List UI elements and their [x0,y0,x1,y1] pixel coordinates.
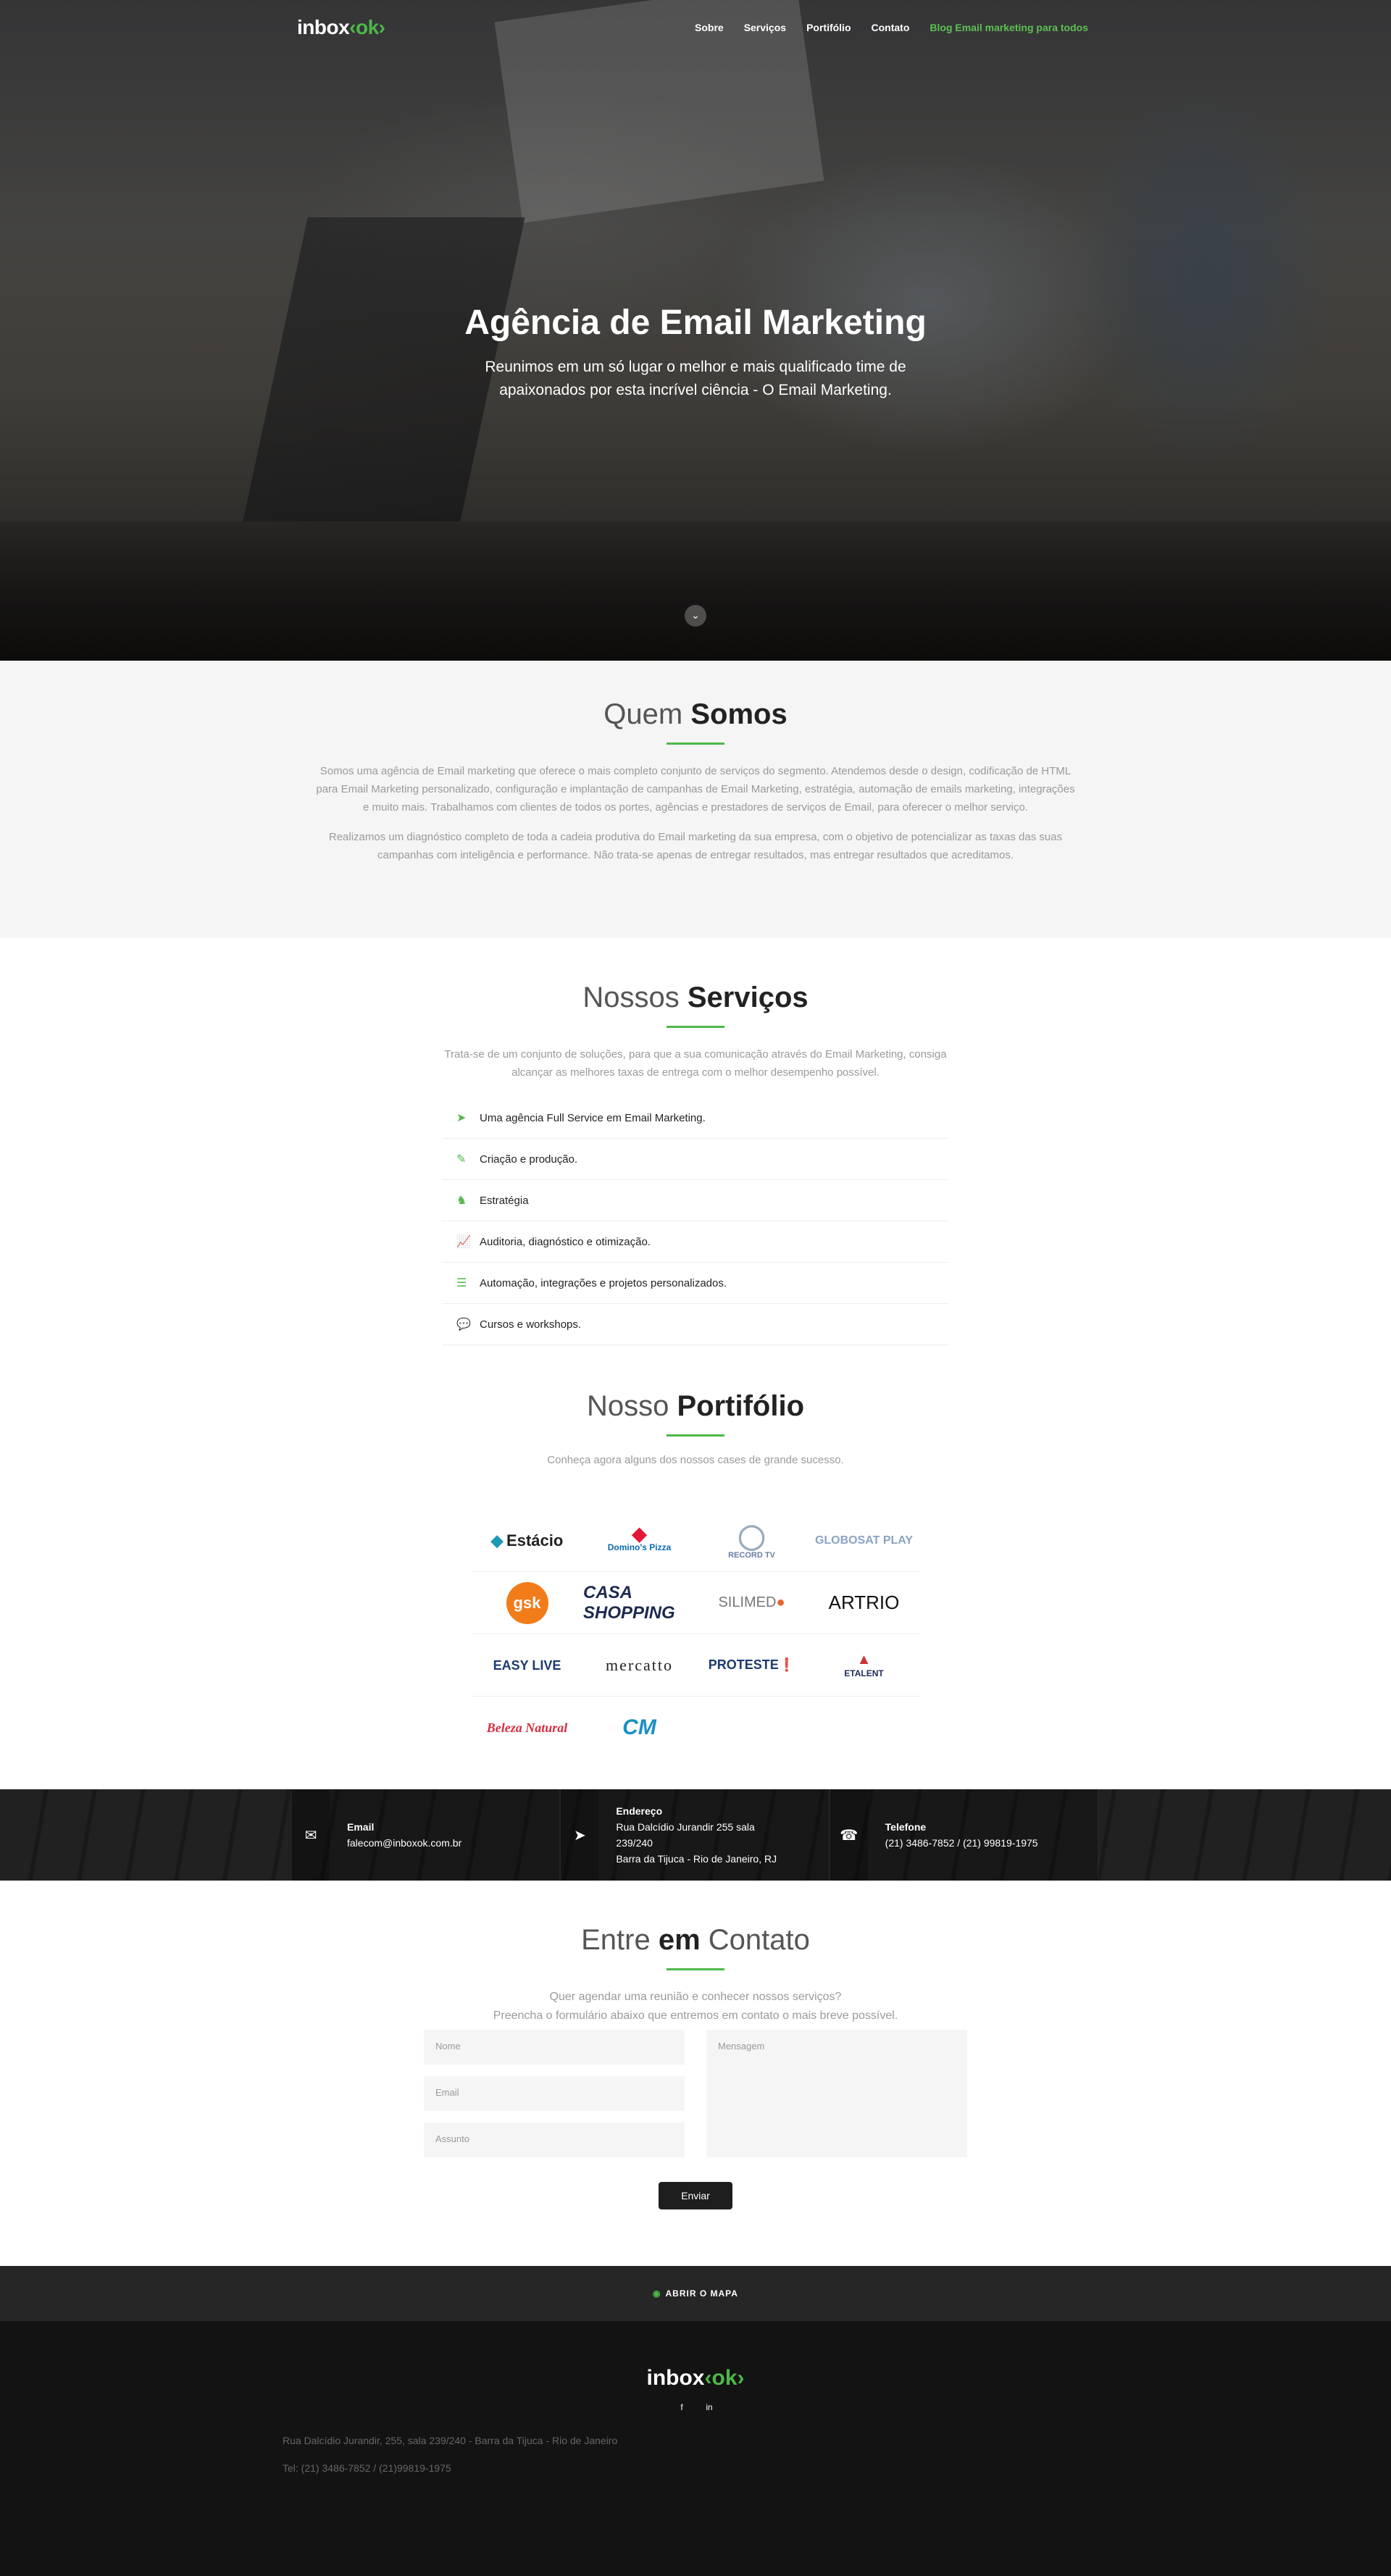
envelope-icon: ✉ [292,1789,330,1881]
nav-item-sobre[interactable]: Sobre [695,22,724,33]
client-logo-silimed[interactable]: SILIMED ● [696,1572,808,1634]
top-navigation: inbox‹ok› Sobre Serviços Portifólio Cont… [0,0,1391,58]
message-field[interactable]: Mensagem [706,2030,967,2157]
list-item: 💬 Cursos e workshops. [442,1304,949,1345]
portfolio-intro: Conheça agora alguns dos nossos cases de… [547,1454,844,1466]
phone-icon: ☎ [830,1789,868,1881]
linkedin-icon[interactable]: in [701,2399,717,2415]
contact-phone-block: ☎ Telefone (21) 3486-7852 / (21) 99819-19… [830,1789,1099,1881]
client-logos-grid: ◆ Estácio ◆ Domino's Pizza ◯ RECORD TV GLO… [471,1510,920,1759]
client-logo-globosat-play[interactable]: GLOBOSAT PLAY [808,1510,920,1572]
line-chart-icon: 📈 [456,1236,471,1248]
chess-piece-icon: ♞ [456,1195,467,1207]
title-divider [667,1968,724,1970]
client-logo-proteste[interactable]: PROTESTE ❗ [696,1634,808,1697]
list-item: ♞ Estratégia [442,1180,949,1221]
chevron-down-icon[interactable]: ⌄ [685,605,706,627]
nav-item-servicos[interactable]: Serviços [744,22,786,33]
hero-subtitle: Reunimos em um só lugar o melhor e mais … [485,359,906,398]
nav-item-blog[interactable]: Blog Email marketing para todos [930,22,1088,33]
contact-info-strip: ✉ Email falecom@inboxok.com.br ➤ Endereço… [0,1789,1391,1881]
footer-logo[interactable]: inbox‹ok› [0,2366,1391,2391]
facebook-icon[interactable]: f [674,2399,690,2415]
portfolio-title: Nosso Portifólio [586,1390,805,1422]
email-field[interactable]: Email [424,2076,685,2111]
name-field[interactable]: Nome [424,2030,685,2065]
client-logo-gsk[interactable]: gsk [471,1572,583,1634]
services-intro: Trata-se de um conjunto de soluções, par… [444,1048,947,1079]
about-paragraph-1: Somos uma agência de Email marketing que… [316,765,1075,814]
about-section: Quem Somos Somos uma agência de Email ma… [0,661,1391,938]
client-logo-casa-shopping[interactable]: CASA SHOPPING [583,1572,696,1634]
map-pin-icon: ◉ [653,2288,661,2299]
paper-plane-icon: ➤ [456,1112,467,1124]
nav-item-contato[interactable]: Contato [872,22,910,33]
list-icon: ☰ [456,1277,467,1289]
contact-email-block: ✉ Email falecom@inboxok.com.br [292,1789,561,1881]
contact-title: Entre em Contato [581,1924,810,1956]
client-logo-etalent[interactable]: ▲ ETALENT [808,1634,920,1697]
contact-form: Nome Email Assunto Mensagem [424,2030,967,2169]
list-item: ➤ Uma agência Full Service em Email Marke… [442,1097,949,1139]
hero-section: inbox‹ok› Sobre Serviços Portifólio Cont… [0,0,1391,661]
client-logo-artrio[interactable]: ARTRIO [808,1572,920,1634]
client-logo-dominos[interactable]: ◆ Domino's Pizza [583,1510,696,1572]
client-logo-easy-live[interactable]: EASY LIVE [471,1634,583,1697]
client-logo-mercatto[interactable]: mercatto [583,1634,696,1697]
phone-link[interactable]: (21) 3486-7852 / (21) 99819-1975 [885,1837,1038,1849]
client-logo-estacio[interactable]: ◆ Estácio [471,1510,583,1572]
pencil-icon: ✎ [456,1153,467,1166]
site-logo[interactable]: inbox‹ok› [297,16,385,39]
title-divider [667,1434,724,1437]
portfolio-section: Nosso Portifólio Conheça agora alguns do… [0,1360,1391,1789]
client-logo-record-tv[interactable]: ◯ RECORD TV [696,1510,808,1572]
list-item: 📈 Auditoria, diagnóstico e otimização. [442,1221,949,1263]
hero-title: Agência de Email Marketing [464,304,927,342]
subject-field[interactable]: Assunto [424,2123,685,2157]
social-links: f in [0,2399,1391,2415]
contact-address-block: ➤ Endereço Rua Dalcídio Jurandir 255 sala… [561,1789,830,1881]
client-logo-beleza-natural[interactable]: Beleza Natural [471,1697,583,1759]
nav-item-portifolio[interactable]: Portifólio [806,22,851,33]
hero-text: Agência de Email Marketing Reunimos em u… [0,303,1391,402]
services-title: Nossos Serviços [582,982,809,1013]
title-divider [667,743,724,745]
services-list: ➤ Uma agência Full Service em Email Marke… [442,1097,949,1345]
about-paragraph-2: Realizamos um diagnóstico completo de to… [328,831,1063,861]
footer: inbox‹ok› f in Rua Dalcídio Jurandir, 25… [0,2321,1391,2576]
open-map-button[interactable]: ◉ ABRIR O MAPA [0,2266,1391,2321]
list-item: ☰ Automação, integrações e projetos perso… [442,1263,949,1304]
client-logo-cm[interactable]: CM [583,1697,696,1759]
list-item: ✎ Criação e produção. [442,1139,949,1180]
location-arrow-icon: ➤ [561,1789,599,1881]
title-divider [667,1026,724,1028]
contact-section: Entre em Contato Quer agendar uma reuniã… [0,1881,1391,2266]
contact-intro: Quer agendar uma reunião e conhecer noss… [493,1991,898,2022]
services-section: Nossos Serviços Trata-se de um conjunto … [0,938,1391,1360]
about-title: Quem Somos [603,698,788,730]
send-button[interactable]: Enviar [659,2182,732,2209]
email-link[interactable]: falecom@inboxok.com.br [347,1837,461,1849]
footer-address: Rua Dalcídio Jurandir, 255, sala 239/240… [283,2435,618,2474]
chat-bubbles-icon: 💬 [456,1318,471,1331]
